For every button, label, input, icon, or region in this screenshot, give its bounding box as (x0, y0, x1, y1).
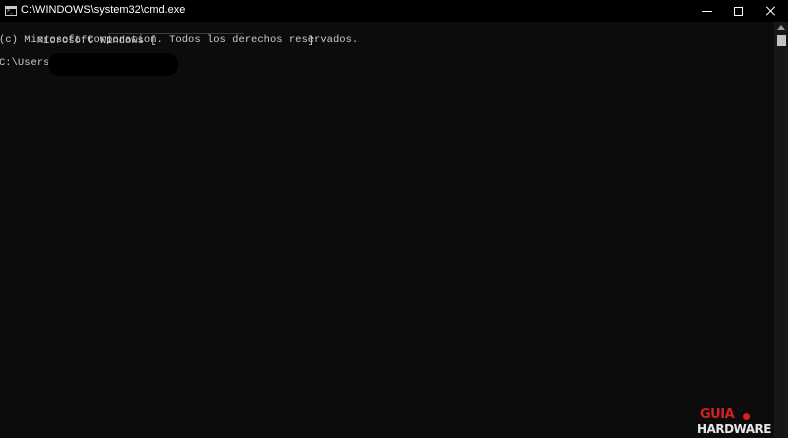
maximize-icon (733, 6, 743, 16)
maximize-button[interactable] (721, 0, 755, 22)
window-title: C:\WINDOWS\system32\cmd.exe (21, 4, 186, 16)
scroll-up-arrow-icon[interactable] (777, 25, 785, 30)
console-line-copyright: (c) Microsoft Corporation. Todos los der… (0, 34, 359, 46)
scroll-thumb[interactable] (777, 35, 786, 46)
redacted-version (108, 23, 244, 34)
cmd-console-icon[interactable] (5, 6, 17, 16)
vertical-scrollbar[interactable] (774, 22, 788, 438)
title-bar[interactable]: C:\WINDOWS\system32\cmd.exe (0, 0, 788, 22)
minimize-button[interactable] (690, 0, 724, 22)
close-icon (766, 6, 776, 16)
redacted-username (48, 53, 178, 76)
minimize-icon (702, 10, 712, 12)
console-output[interactable]: Microsoft Windows [ ] (c) Microsoft Corp… (0, 22, 774, 438)
close-button[interactable] (754, 0, 788, 22)
cmd-window: C:\WINDOWS\system32\cmd.exe Microsoft Wi… (0, 0, 788, 438)
